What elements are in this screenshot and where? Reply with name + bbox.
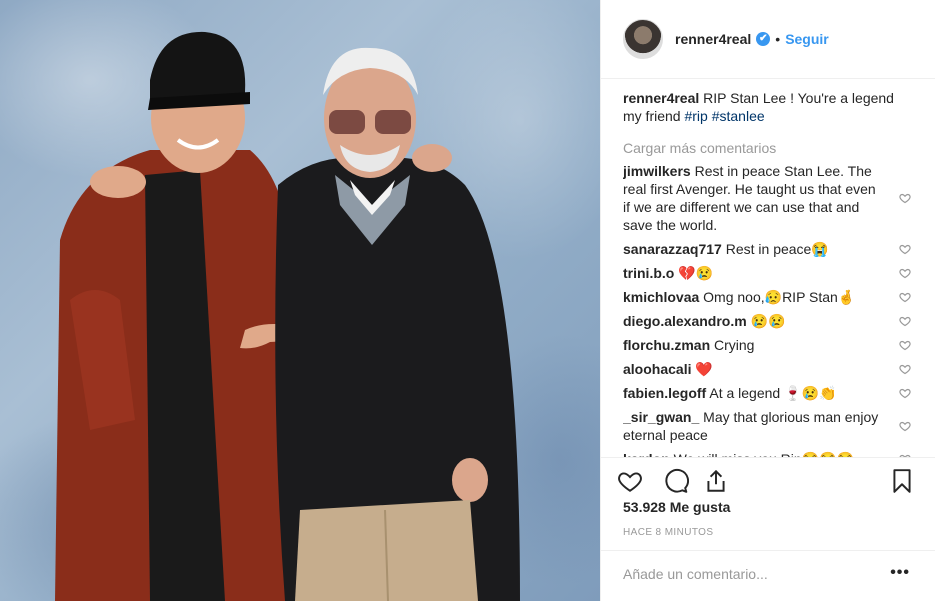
comment-row: diego.alexandro.m 😢😢 bbox=[623, 312, 923, 330]
comment-username[interactable]: trini.b.o bbox=[623, 265, 674, 281]
comment-username[interactable]: aloohacali bbox=[623, 361, 691, 377]
comment-text: Omg noo,😥RIP Stan🤞 bbox=[703, 289, 856, 305]
pocket-hand bbox=[452, 458, 488, 502]
small-heart-icon[interactable] bbox=[899, 387, 911, 399]
bookmark-icon bbox=[893, 469, 911, 493]
more-options-icon[interactable]: ••• bbox=[890, 564, 910, 582]
comment-text: ❤️ bbox=[695, 361, 713, 377]
like-button[interactable] bbox=[617, 468, 643, 494]
hashtag-rip[interactable]: #rip bbox=[684, 108, 707, 124]
comment-text: 😢😢 bbox=[750, 313, 786, 329]
small-heart-icon[interactable] bbox=[899, 243, 911, 255]
photo-illustration bbox=[55, 31, 520, 601]
comment-row: _sir_gwan_ May that glorious man enjoy e… bbox=[623, 408, 923, 444]
comment-button[interactable] bbox=[663, 468, 689, 494]
post-side-panel: renner4real ✔ • Seguir renner4real RIP S… bbox=[600, 0, 935, 601]
action-bar bbox=[601, 457, 935, 505]
comment-username[interactable]: diego.alexandro.m bbox=[623, 313, 747, 329]
post-photo[interactable] bbox=[0, 0, 600, 601]
load-more-comments-button[interactable]: Cargar más comentarios bbox=[623, 140, 923, 156]
verified-badge-icon: ✔ bbox=[756, 32, 771, 46]
instagram-post: renner4real ✔ • Seguir renner4real RIP S… bbox=[0, 0, 935, 601]
shoulder-hand-right bbox=[412, 144, 452, 172]
small-heart-icon[interactable] bbox=[899, 363, 911, 375]
heart-outline-icon bbox=[618, 472, 642, 492]
header-username[interactable]: renner4real bbox=[675, 31, 751, 47]
comment-username[interactable]: _sir_gwan_ bbox=[623, 409, 699, 425]
comment-input[interactable] bbox=[623, 563, 873, 585]
post-timestamp[interactable]: HACE 8 MINUTOS bbox=[623, 527, 713, 538]
hashtag-stanlee[interactable]: #stanlee bbox=[712, 108, 765, 124]
comments-list[interactable]: renner4real RIP Stan Lee ! You're a lege… bbox=[623, 89, 923, 457]
comment-row: kardon We will miss you Rip😭😭😭 bbox=[623, 450, 923, 457]
small-heart-icon[interactable] bbox=[899, 339, 911, 351]
small-heart-icon[interactable] bbox=[899, 192, 911, 204]
comment-username[interactable]: fabien.legoff bbox=[623, 385, 706, 401]
comment-row: sanarazzaq717 Rest in peace😭 bbox=[623, 240, 923, 258]
comment-username[interactable]: florchu.zman bbox=[623, 337, 710, 353]
add-comment-bar: ••• bbox=[601, 550, 935, 601]
share-button[interactable] bbox=[703, 468, 729, 494]
right-lens bbox=[375, 110, 411, 134]
save-button[interactable] bbox=[889, 468, 915, 494]
caption: renner4real RIP Stan Lee ! You're a lege… bbox=[623, 89, 913, 125]
small-heart-icon[interactable] bbox=[899, 315, 911, 327]
comment-text: 💔😢 bbox=[678, 265, 714, 281]
comment-text: Crying bbox=[714, 337, 755, 353]
comment-username[interactable]: jimwilkers bbox=[623, 163, 691, 179]
caption-username[interactable]: renner4real bbox=[623, 90, 699, 106]
comment-row: fabien.legoff At a legend 🍷😢👏 bbox=[623, 384, 923, 402]
small-heart-icon[interactable] bbox=[899, 291, 911, 303]
comment-row: jimwilkers Rest in peace Stan Lee. The r… bbox=[623, 162, 923, 234]
speech-bubble-icon bbox=[665, 468, 689, 493]
comment-text: At a legend 🍷😢👏 bbox=[709, 385, 837, 401]
follow-button[interactable]: Seguir bbox=[785, 31, 829, 47]
shoulder-hand bbox=[90, 166, 146, 198]
comment-username[interactable]: kmichlovaa bbox=[623, 289, 699, 305]
baseball-cap bbox=[150, 31, 246, 100]
avatar[interactable] bbox=[623, 19, 663, 59]
comment-row: kmichlovaa Omg noo,😥RIP Stan🤞 bbox=[623, 288, 923, 306]
share-upload-icon bbox=[707, 469, 725, 492]
comment-row: florchu.zman Crying bbox=[623, 336, 923, 354]
small-heart-icon[interactable] bbox=[899, 267, 911, 279]
comment-row: trini.b.o 💔😢 bbox=[623, 264, 923, 282]
small-heart-icon[interactable] bbox=[899, 420, 911, 432]
header-separator: • bbox=[775, 31, 781, 47]
comment-text: Rest in peace😭 bbox=[725, 241, 829, 257]
post-header: renner4real ✔ • Seguir bbox=[601, 0, 935, 79]
comment-username[interactable]: sanarazzaq717 bbox=[623, 241, 722, 257]
comment-row: aloohacali ❤️ bbox=[623, 360, 923, 378]
left-lens bbox=[329, 110, 365, 134]
likes-count[interactable]: 53.928 Me gusta bbox=[623, 499, 730, 515]
